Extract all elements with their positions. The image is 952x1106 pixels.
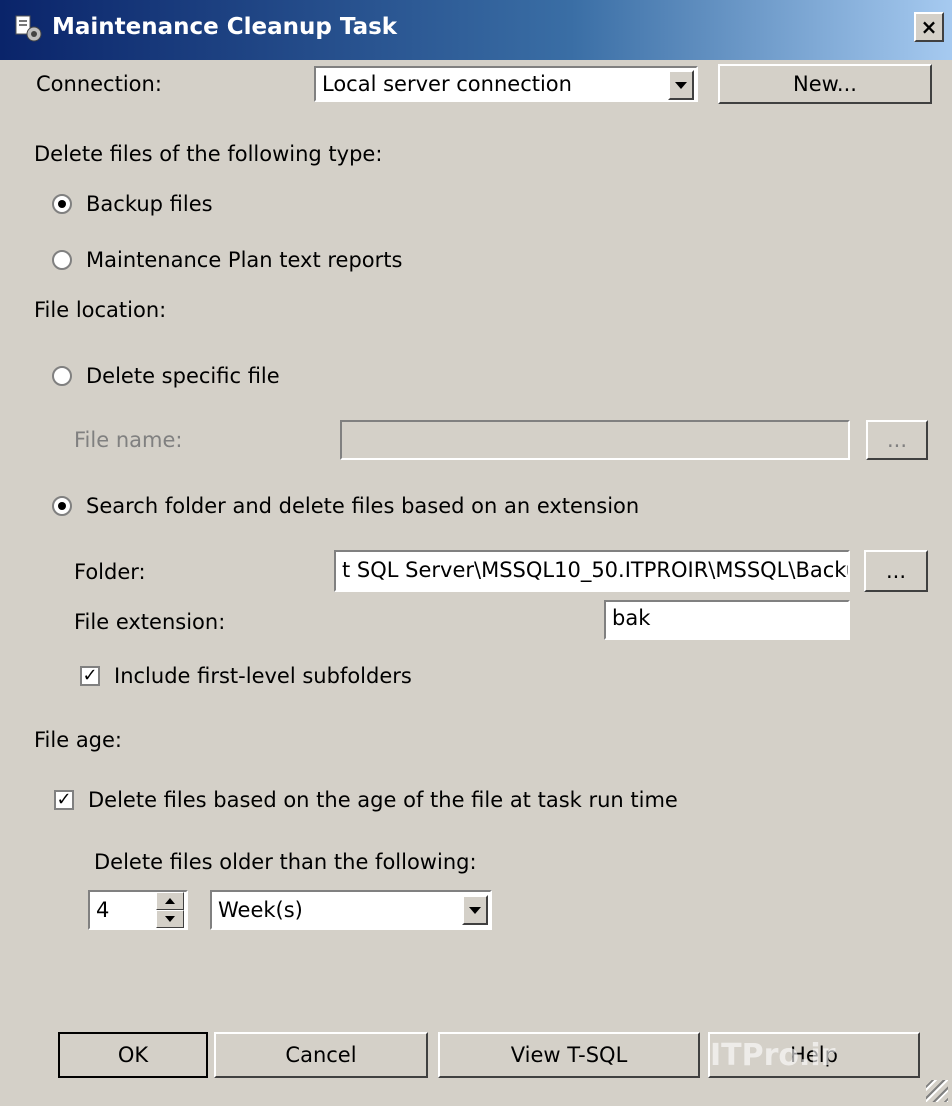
ok-button[interactable]: OK xyxy=(58,1032,208,1078)
backup-files-label: Backup files xyxy=(86,192,213,216)
age-amount-value: 4 xyxy=(96,898,110,922)
close-button[interactable]: × xyxy=(914,12,944,42)
connection-dropdown[interactable]: Local server connection xyxy=(314,66,698,102)
age-unit-value: Week(s) xyxy=(218,898,303,922)
file-location-heading: File location: xyxy=(34,298,167,322)
connection-value: Local server connection xyxy=(322,72,572,96)
text-reports-label: Maintenance Plan text reports xyxy=(86,248,403,272)
maintenance-task-icon xyxy=(12,12,44,44)
browse-file-button[interactable]: ... xyxy=(866,420,928,460)
watermark: ITPro.ir xyxy=(710,1038,836,1073)
chevron-down-icon[interactable] xyxy=(462,895,488,925)
search-folder-label: Search folder and delete files based on … xyxy=(86,494,640,518)
file-name-input[interactable] xyxy=(340,420,850,460)
include-subfolders-label: Include first-level subfolders xyxy=(114,664,412,688)
file-name-label: File name: xyxy=(74,428,183,452)
delete-specific-file-label: Delete specific file xyxy=(86,364,280,388)
file-extension-input[interactable]: bak xyxy=(604,600,850,640)
radio-backup-files[interactable] xyxy=(52,194,72,214)
folder-input[interactable]: t SQL Server\MSSQL10_50.ITPROIR\MSSQL\Ba… xyxy=(334,550,850,592)
radio-text-reports[interactable] xyxy=(52,250,72,270)
spin-up-icon[interactable] xyxy=(156,892,184,910)
checkbox-delete-by-age[interactable]: ✓ xyxy=(54,790,74,810)
file-type-heading: Delete files of the following type: xyxy=(34,142,383,166)
age-unit-dropdown[interactable]: Week(s) xyxy=(210,890,492,930)
radio-delete-specific-file[interactable] xyxy=(52,366,72,386)
spin-down-icon[interactable] xyxy=(156,910,184,928)
connection-label: Connection: xyxy=(36,72,162,96)
radio-search-folder[interactable] xyxy=(52,496,72,516)
older-than-label: Delete files older than the following: xyxy=(94,850,477,874)
folder-label: Folder: xyxy=(74,560,146,584)
cancel-button[interactable]: Cancel xyxy=(214,1032,428,1078)
resize-grip[interactable] xyxy=(926,1080,948,1102)
new-connection-button[interactable]: New... xyxy=(718,64,932,104)
delete-by-age-label: Delete files based on the age of the fil… xyxy=(88,788,678,812)
browse-folder-button[interactable]: ... xyxy=(864,550,928,592)
file-extension-label: File extension: xyxy=(74,610,226,634)
window-title: Maintenance Cleanup Task xyxy=(52,14,398,40)
age-amount-stepper[interactable]: 4 xyxy=(88,890,188,930)
file-age-heading: File age: xyxy=(34,728,123,752)
checkmark-icon: ✓ xyxy=(82,665,98,686)
chevron-down-icon[interactable] xyxy=(668,70,694,100)
checkbox-include-subfolders[interactable]: ✓ xyxy=(80,666,100,686)
close-icon: × xyxy=(920,15,938,39)
view-tsql-button[interactable]: View T-SQL xyxy=(438,1032,700,1078)
checkmark-icon: ✓ xyxy=(56,789,72,810)
